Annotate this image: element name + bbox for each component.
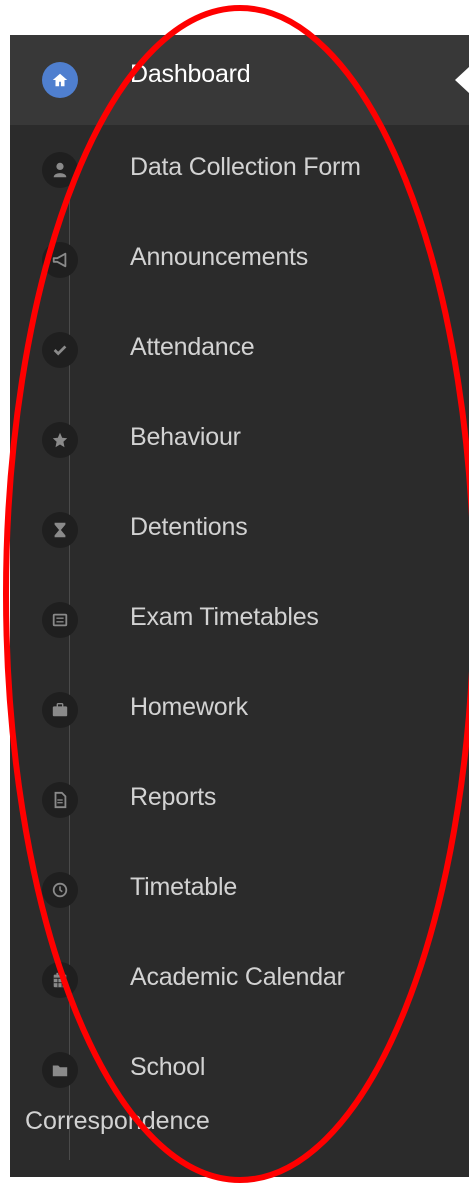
sidebar-item-timetable[interactable]: Timetable — [10, 845, 469, 935]
check-icon — [42, 332, 78, 368]
sidebar-item-label: Academic Calendar — [130, 963, 345, 991]
hourglass-icon — [42, 512, 78, 548]
megaphone-icon — [42, 242, 78, 278]
sidebar-item-academic-calendar[interactable]: Academic Calendar — [10, 935, 469, 1025]
active-indicator-caret — [455, 67, 469, 93]
sidebar-item-label: Announcements — [130, 243, 309, 271]
list-icon — [42, 602, 78, 638]
sidebar-item-label: Homework — [130, 693, 248, 721]
sidebar-item-label: Reports — [130, 783, 217, 811]
sidebar-item-detentions[interactable]: Detentions — [10, 485, 469, 575]
star-icon — [42, 422, 78, 458]
user-icon — [42, 152, 78, 188]
sidebar-item-data-collection-form[interactable]: Data Collection Form — [10, 125, 469, 215]
folder-icon — [42, 1052, 78, 1088]
document-icon — [42, 782, 78, 818]
sidebar-item-label: Exam Timetables — [130, 603, 319, 631]
home-icon — [42, 62, 78, 98]
sidebar-item-label-continued: Correspondence — [25, 1107, 210, 1135]
sidebar-item-reports[interactable]: Reports — [10, 755, 469, 845]
sidebar-item-school-correspondence[interactable]: School — [10, 1025, 469, 1115]
sidebar-item-homework[interactable]: Homework — [10, 665, 469, 755]
sidebar-item-label: Data Collection Form — [130, 153, 361, 181]
sidebar-item-label: Dashboard — [130, 60, 251, 88]
sidebar-item-dashboard[interactable]: Dashboard — [10, 35, 469, 125]
sidebar-item-label: Attendance — [130, 333, 255, 361]
sidebar-item-label: School — [130, 1053, 206, 1081]
sidebar-item-announcements[interactable]: Announcements — [10, 215, 469, 305]
briefcase-icon — [42, 692, 78, 728]
sidebar-item-attendance[interactable]: Attendance — [10, 305, 469, 395]
sidebar: Dashboard Data Collection Form Announcem… — [10, 35, 469, 1177]
sidebar-item-label: Detentions — [130, 513, 248, 541]
clock-icon — [42, 872, 78, 908]
sidebar-item-behaviour[interactable]: Behaviour — [10, 395, 469, 485]
sidebar-item-exam-timetables[interactable]: Exam Timetables — [10, 575, 469, 665]
calendar-icon — [42, 962, 78, 998]
sidebar-item-label: Behaviour — [130, 423, 241, 451]
sidebar-item-label: Timetable — [130, 873, 238, 901]
